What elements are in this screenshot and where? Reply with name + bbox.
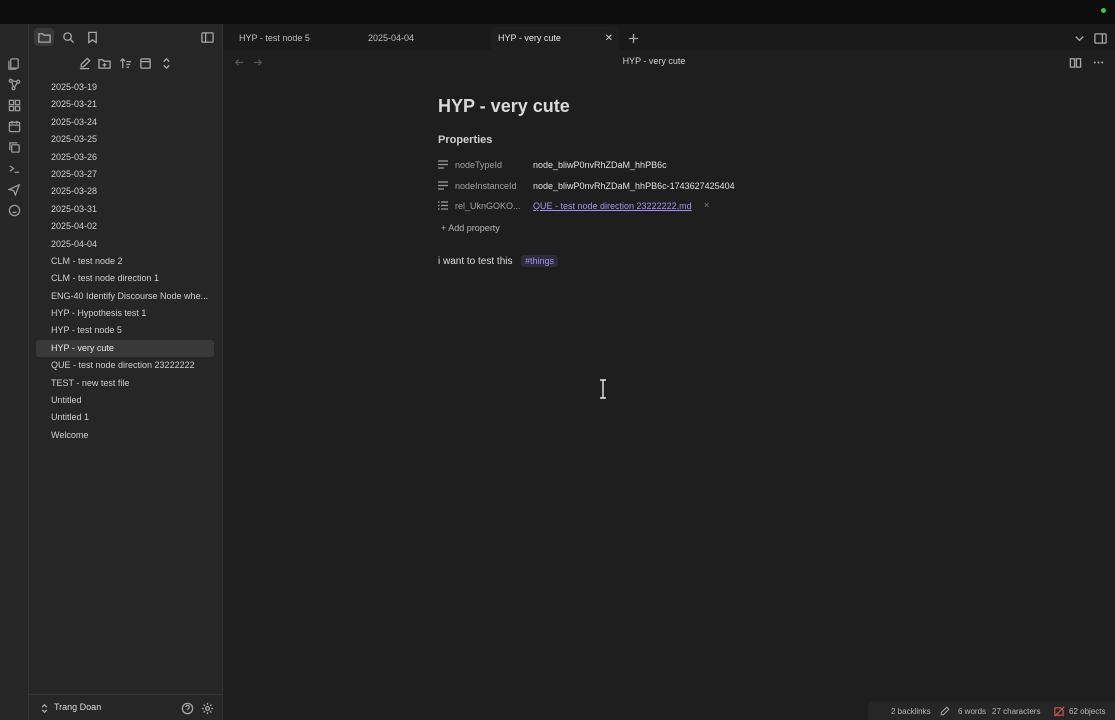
tab-list-chevron-icon[interactable] bbox=[1071, 30, 1087, 46]
character-count: 27 characters bbox=[992, 707, 1041, 716]
file-item[interactable]: QUE - test node direction 23222222 bbox=[36, 357, 214, 374]
tab-hyp-test-node-5[interactable]: HYP - test node 5 bbox=[223, 27, 349, 50]
file-item[interactable]: 2025-04-02 bbox=[36, 218, 214, 235]
copy-icon[interactable] bbox=[7, 140, 21, 154]
property-value[interactable]: node_bliwP0nvRhZDaM_hhPB6c-1743627425404 bbox=[533, 181, 735, 191]
status-dot bbox=[1101, 8, 1106, 13]
tag-pill[interactable]: #things bbox=[521, 255, 559, 267]
text-cursor-icon bbox=[600, 379, 606, 399]
file-item[interactable]: 2025-03-27 bbox=[36, 166, 214, 183]
file-item[interactable]: 2025-03-26 bbox=[36, 149, 214, 166]
right-sidebar-toggle-icon[interactable] bbox=[1092, 30, 1108, 46]
pencil-icon[interactable] bbox=[940, 706, 950, 718]
list-property-icon bbox=[438, 201, 448, 210]
view-title[interactable]: HYP - very cute bbox=[223, 56, 1085, 66]
sidebar-tabs bbox=[29, 24, 223, 50]
file-item[interactable]: 2025-03-19 bbox=[36, 79, 214, 96]
terminal-icon[interactable] bbox=[7, 161, 21, 175]
more-options-icon[interactable] bbox=[1090, 54, 1106, 70]
send-icon[interactable] bbox=[7, 182, 21, 196]
file-item[interactable]: Untitled bbox=[36, 392, 214, 409]
new-note-icon[interactable] bbox=[76, 55, 92, 71]
new-folder-icon[interactable] bbox=[96, 55, 112, 71]
close-tab-icon[interactable]: ✕ bbox=[605, 27, 613, 50]
file-explorer-sidebar: 2025-03-19 2025-03-21 2025-03-24 2025-03-25… bbox=[29, 24, 223, 720]
help-icon[interactable] bbox=[179, 700, 195, 716]
calendar-icon[interactable] bbox=[7, 119, 21, 133]
file-item[interactable]: HYP - Hypothesis test 1 bbox=[36, 305, 214, 322]
file-item[interactable]: CLM - test node direction 1 bbox=[36, 270, 214, 287]
new-tab-icon[interactable] bbox=[625, 30, 641, 46]
objects-count[interactable]: 62 objects bbox=[1069, 707, 1105, 716]
view-header: HYP - very cute bbox=[223, 50, 1115, 74]
text-property-icon bbox=[438, 160, 448, 169]
tab-hyp-very-cute[interactable]: HYP - very cute ✕ bbox=[491, 27, 619, 50]
property-link-value[interactable]: QUE - test node direction 23222222.md bbox=[533, 201, 692, 211]
sync-error-icon[interactable] bbox=[1054, 706, 1065, 719]
property-key[interactable]: nodeTypeId bbox=[455, 160, 502, 170]
file-list: 2025-03-19 2025-03-21 2025-03-24 2025-03-25… bbox=[36, 79, 214, 444]
note-body-text[interactable]: i want to test this bbox=[438, 256, 512, 267]
tab-label: 2025-04-04 bbox=[368, 33, 415, 43]
status-bar: 2 backlinks 6 words 27 characters 62 obj… bbox=[868, 702, 1115, 720]
text-property-icon bbox=[438, 181, 448, 190]
property-key[interactable]: nodeInstanceId bbox=[455, 181, 517, 191]
property-row[interactable]: rel_UknGOKO... QUE - test node direction… bbox=[438, 197, 798, 215]
add-property-button[interactable]: + Add property bbox=[441, 223, 500, 233]
file-item[interactable]: CLM - test node 2 bbox=[36, 253, 214, 270]
add-property-label: Add property bbox=[448, 223, 500, 233]
file-item[interactable]: 2025-03-21 bbox=[36, 96, 214, 113]
sidebar-toggle-icon[interactable] bbox=[199, 29, 215, 45]
remove-value-icon[interactable]: × bbox=[704, 200, 709, 210]
sort-icon[interactable] bbox=[117, 55, 133, 71]
tab-label: HYP - test node 5 bbox=[239, 33, 310, 43]
collapse-icon[interactable] bbox=[137, 55, 153, 71]
ribbon bbox=[0, 24, 29, 720]
files-icon[interactable] bbox=[7, 56, 21, 70]
editor-view: HYP - very cute HYP - very cute Properti… bbox=[223, 50, 1115, 720]
plus-icon: + bbox=[441, 223, 447, 233]
property-row[interactable]: nodeInstanceId node_bliwP0nvRhZDaM_hhPB6… bbox=[438, 177, 798, 195]
property-key[interactable]: rel_UknGOKO... bbox=[455, 201, 521, 211]
reading-view-icon[interactable] bbox=[1067, 54, 1083, 70]
chevron-updown-icon bbox=[36, 700, 52, 716]
blocks-icon[interactable] bbox=[7, 98, 21, 112]
file-item[interactable]: 2025-03-24 bbox=[36, 114, 214, 131]
tab-label: HYP - very cute bbox=[498, 33, 561, 43]
property-row[interactable]: nodeTypeId node_bliwP0nvRhZDaM_hhPB6c bbox=[438, 156, 798, 174]
expand-collapse-icon[interactable] bbox=[158, 55, 174, 71]
file-item[interactable]: TEST - new test file bbox=[36, 375, 214, 392]
tab-bar: HYP - test node 5 2025-04-04 HYP - very … bbox=[223, 24, 1115, 50]
file-item[interactable]: 2025-03-28 bbox=[36, 183, 214, 200]
tab-2025-04-04[interactable]: 2025-04-04 bbox=[352, 27, 478, 50]
face-icon[interactable] bbox=[7, 203, 21, 217]
file-item[interactable]: Welcome bbox=[36, 427, 214, 444]
file-item[interactable]: 2025-04-04 bbox=[36, 236, 214, 253]
folder-icon[interactable] bbox=[34, 28, 54, 46]
file-item[interactable]: HYP - test node 5 bbox=[36, 322, 214, 339]
vault-switcher[interactable]: Trang Doan bbox=[29, 694, 223, 720]
vault-name[interactable]: Trang Doan bbox=[54, 702, 101, 712]
word-count: 6 words bbox=[958, 707, 987, 716]
property-value[interactable]: node_bliwP0nvRhZDaM_hhPB6c bbox=[533, 160, 667, 170]
settings-gear-icon[interactable] bbox=[199, 700, 215, 716]
backlinks-count[interactable]: 2 backlinks bbox=[891, 707, 931, 716]
file-item[interactable]: ENG-40 Identify Discourse Node whe... bbox=[36, 288, 214, 305]
file-item[interactable]: Untitled 1 bbox=[36, 409, 214, 426]
search-icon[interactable] bbox=[60, 29, 76, 45]
title-bar bbox=[0, 0, 1115, 24]
file-item[interactable]: 2025-03-31 bbox=[36, 201, 214, 218]
note-title[interactable]: HYP - very cute bbox=[438, 96, 570, 117]
graph-icon[interactable] bbox=[7, 77, 21, 91]
file-item[interactable]: HYP - very cute bbox=[36, 339, 214, 358]
bookmark-icon[interactable] bbox=[84, 29, 100, 45]
file-item[interactable]: 2025-03-25 bbox=[36, 131, 214, 148]
properties-heading[interactable]: Properties bbox=[438, 134, 492, 146]
